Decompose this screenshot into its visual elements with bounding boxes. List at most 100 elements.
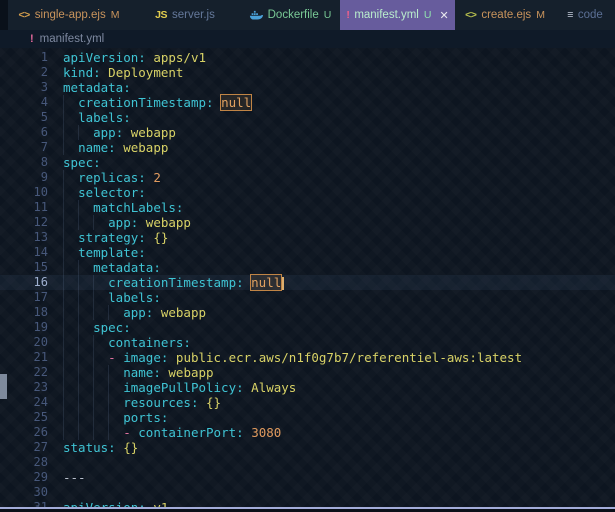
token: status	[63, 440, 108, 455]
code-line[interactable]: 17 labels:	[0, 290, 615, 305]
line-number[interactable]: 15	[0, 260, 48, 275]
token: app	[123, 305, 146, 320]
line-number[interactable]: 18	[0, 305, 48, 320]
line-number[interactable]: 9	[0, 170, 48, 185]
tab-label: Dockerfile	[268, 9, 319, 21]
token: :	[93, 65, 108, 80]
code-text: labels:	[48, 110, 615, 125]
code-line[interactable]: 9 replicas: 2	[0, 170, 615, 185]
code-line[interactable]: 6 app: webapp	[0, 125, 615, 140]
tab-manifest-yml[interactable]: !manifest.ymlU✕	[340, 0, 455, 30]
code-line[interactable]: 10 selector:	[0, 185, 615, 200]
token: -	[123, 425, 138, 440]
code-text: creationTimestamp: null	[48, 95, 615, 110]
code-text: ---	[48, 470, 615, 485]
code-line[interactable]: 3metadata:	[0, 80, 615, 95]
line-number[interactable]: 5	[0, 110, 48, 125]
code-line[interactable]: 8spec:	[0, 155, 615, 170]
line-number[interactable]: 27	[0, 440, 48, 455]
code-line[interactable]: 18 app: webapp	[0, 305, 615, 320]
line-number[interactable]: 8	[0, 155, 48, 170]
code-line[interactable]: 5 labels:	[0, 110, 615, 125]
code-line[interactable]: 19 spec:	[0, 320, 615, 335]
code-line[interactable]: 12 app: webapp	[0, 215, 615, 230]
token: webapp	[131, 125, 176, 140]
token: {}	[123, 440, 138, 455]
code-editor[interactable]: 1apiVersion: apps/v12kind: Deployment3me…	[0, 48, 615, 512]
tab-create-ejs[interactable]: <>create.ejsM	[455, 0, 555, 30]
code-line[interactable]: 27status: {}	[0, 440, 615, 455]
code-line[interactable]: 29---	[0, 470, 615, 485]
token: 3080	[251, 425, 281, 440]
tab-bar: <>single-app.ejsMJSserver.jsDockerfileU!…	[0, 0, 615, 30]
docker-whale-icon	[249, 9, 263, 21]
token: template	[78, 245, 138, 260]
line-number[interactable]: 13	[0, 230, 48, 245]
line-number[interactable]: 2	[0, 65, 48, 80]
close-icon[interactable]: ✕	[439, 9, 448, 22]
indent-guide	[78, 335, 79, 350]
line-number[interactable]: 17	[0, 290, 48, 305]
code-line[interactable]: 15 metadata:	[0, 260, 615, 275]
line-number[interactable]: 25	[0, 410, 48, 425]
highlighted-word: null	[221, 95, 251, 110]
line-number[interactable]: 26	[0, 425, 48, 440]
indent-guide	[63, 140, 64, 155]
indent-guide	[78, 350, 79, 365]
left-scrollbar-thumb[interactable]	[0, 374, 7, 399]
line-number[interactable]: 30	[0, 485, 48, 500]
code-line[interactable]: 13 strategy: {}	[0, 230, 615, 245]
indent-guide	[78, 260, 79, 275]
code-line[interactable]: 4 creationTimestamp: null	[0, 95, 615, 110]
code-line[interactable]: 25 ports:	[0, 410, 615, 425]
code-line[interactable]: 21 - image: public.ecr.aws/n1f0g7b7/refe…	[0, 350, 615, 365]
code-line[interactable]: 7 name: webapp	[0, 140, 615, 155]
line-number[interactable]: 23	[0, 380, 48, 395]
line-number[interactable]: 14	[0, 245, 48, 260]
code-text: imagePullPolicy: Always	[48, 380, 615, 395]
line-number[interactable]: 16	[0, 275, 48, 290]
tab-server-js[interactable]: JSserver.js	[130, 0, 240, 30]
token: app	[93, 125, 116, 140]
token: :	[236, 425, 251, 440]
line-number[interactable]: 1	[0, 50, 48, 65]
tab-code[interactable]: ≡code	[555, 0, 615, 30]
code-line[interactable]: 20 containers:	[0, 335, 615, 350]
breadcrumb[interactable]: ! manifest.yml	[0, 30, 615, 48]
code-line[interactable]: 2kind: Deployment	[0, 65, 615, 80]
line-number[interactable]: 20	[0, 335, 48, 350]
line-number[interactable]: 19	[0, 320, 48, 335]
tab-dockerfile[interactable]: DockerfileU	[240, 0, 340, 30]
token: name	[123, 365, 153, 380]
token: -	[108, 350, 123, 365]
code-line[interactable]: 1apiVersion: apps/v1	[0, 50, 615, 65]
line-number[interactable]: 22	[0, 365, 48, 380]
token: :	[236, 275, 251, 290]
code-line[interactable]: 22 name: webapp	[0, 365, 615, 380]
code-line[interactable]: 23 imagePullPolicy: Always	[0, 380, 615, 395]
line-number[interactable]: 21	[0, 350, 48, 365]
code-line[interactable]: 16 creationTimestamp: null	[0, 275, 615, 290]
line-number[interactable]: 28	[0, 455, 48, 470]
line-number[interactable]: 4	[0, 95, 48, 110]
code-line[interactable]: 14 template:	[0, 245, 615, 260]
line-number[interactable]: 29	[0, 470, 48, 485]
token	[63, 110, 78, 125]
code-line[interactable]: 24 resources: {}	[0, 395, 615, 410]
code-line[interactable]: 30	[0, 485, 615, 500]
token: Deployment	[108, 65, 183, 80]
code-line[interactable]: 26 - containerPort: 3080	[0, 425, 615, 440]
code-text: spec:	[48, 155, 615, 170]
indent-guide	[63, 335, 64, 350]
line-number[interactable]: 11	[0, 200, 48, 215]
code-line[interactable]: 28	[0, 455, 615, 470]
line-number[interactable]: 10	[0, 185, 48, 200]
tab-single-app-ejs[interactable]: <>single-app.ejsM	[8, 0, 130, 30]
line-number[interactable]: 24	[0, 395, 48, 410]
line-number[interactable]: 12	[0, 215, 48, 230]
line-number[interactable]: 7	[0, 140, 48, 155]
code-line[interactable]: 11 matchLabels:	[0, 200, 615, 215]
code-text: matchLabels:	[48, 200, 615, 215]
line-number[interactable]: 6	[0, 125, 48, 140]
line-number[interactable]: 3	[0, 80, 48, 95]
